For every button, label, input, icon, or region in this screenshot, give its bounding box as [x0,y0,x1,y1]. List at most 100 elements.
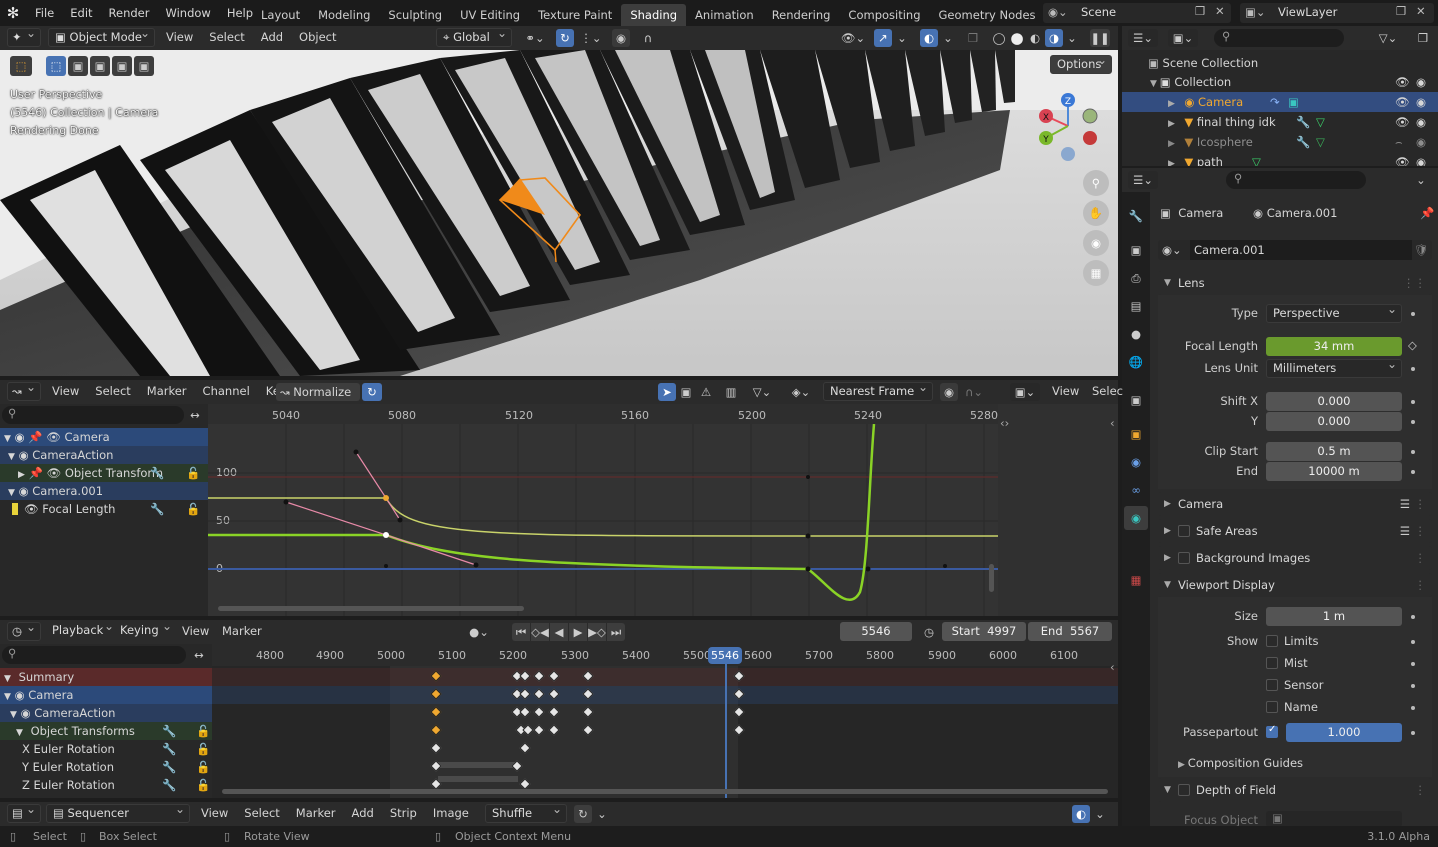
second-editor-type-icon[interactable]: ▣⌄ [1010,383,1040,401]
transform-expand-icon[interactable]: ▶ [18,470,25,480]
final-thing-expand-icon[interactable]: ▶ [1168,119,1181,129]
path-visibility-icon[interactable]: 👁 [1395,152,1410,166]
second-editor-menu-view[interactable]: View [1052,384,1079,398]
clip-start-field[interactable]: 0.5 m [1266,442,1402,461]
tab-layout[interactable]: Layout [252,4,309,26]
tab-geometry-nodes[interactable]: Geometry Nodes [930,4,1045,26]
seq-menu-strip[interactable]: Strip [382,806,425,820]
seq-menu-add[interactable]: Add [344,806,382,820]
keying-dropdown[interactable]: Keying [114,622,176,641]
filter-icon[interactable]: ▽⌄ [1374,29,1402,47]
collection-tab-icon[interactable]: ▣ [1126,390,1146,410]
z-rotation-modifier-icon[interactable]: 🔧 [162,776,176,794]
show-name-option[interactable]: Name [1266,700,1318,714]
graph-channel-object-transform[interactable]: ▶ 📌 👁 Object Transform 🔧 🔓 [0,464,347,484]
tab-modeling[interactable]: Modeling [309,4,379,26]
limits-checkbox[interactable] [1266,635,1278,647]
seq-overlay-dropdown-icon[interactable]: ⌄ [1092,805,1108,823]
timeline-channel-summary[interactable]: ▼ Summary [0,668,212,686]
y-rotation-modifier-icon[interactable]: 🔧 [162,758,176,776]
seq-menu-select[interactable]: Select [236,806,287,820]
prev-keyframe-icon[interactable]: ◇◀ [531,623,549,641]
graph-area[interactable]: 5040 5080 5120 5160 5200 5240 5280 100 5… [208,404,998,616]
limits-animate-dot[interactable] [1411,640,1415,644]
depth-of-field-checkbox[interactable] [1178,784,1190,796]
new-view-layer-icon[interactable]: ❐ [1396,4,1406,18]
blender-logo-icon[interactable]: ✻ [0,0,26,26]
properties-options-icon[interactable]: ⌄ [1412,171,1430,189]
name-animate-dot[interactable] [1411,706,1415,710]
safe-areas-presets-icon[interactable]: ☰ [1400,519,1410,543]
shift-y-field[interactable]: 0.000 [1266,412,1402,431]
shift-x-field[interactable]: 0.000 [1266,392,1402,411]
seq-snap-dropdown-icon[interactable]: ⌄ [594,805,610,823]
graph-filter-icon[interactable]: ▽⌄ [748,383,776,401]
sensor-checkbox[interactable] [1266,679,1278,691]
scene-selector[interactable]: ◉⌄ Scene ❐ ✕ [1043,3,1231,23]
preview-range-icon[interactable]: ◷ [920,623,938,641]
focal-length-field[interactable]: 34 mm [1266,337,1402,356]
end-frame-field[interactable]: End 5567 [1028,622,1112,641]
pin-icon[interactable]: 📌 [1420,204,1434,222]
camera-panel-drag-icon[interactable]: ⋮ [1415,492,1427,516]
xray-icon[interactable]: ❐ [964,29,982,47]
keyframe-action-sel[interactable] [430,706,442,718]
keyframe-action-5[interactable] [548,706,560,718]
falloff-icon[interactable]: ∩ [634,29,662,47]
collection-render-icon[interactable]: ◉ [1416,72,1426,92]
x-rotation-modifier-icon[interactable]: 🔧 [162,740,176,758]
outliner-search[interactable]: ⚲ [1214,29,1344,47]
camera-view-icon[interactable]: ◉ [1083,230,1109,256]
navigation-gizmo[interactable]: Z X Y [1032,90,1104,162]
outliner-item-camera[interactable]: ▶ ◉ Camera ↷ ▣ 👁 ◉ [1122,92,1438,112]
path-expand-icon[interactable]: ▶ [1168,159,1181,166]
outliner-collection-row[interactable]: ▼ ▣ Collection 👁 ◉ [1122,72,1438,92]
outliner-item-path[interactable]: ▶ ▼ path ▽ 👁 ◉ [1122,152,1438,166]
sequencer-view-type-dropdown[interactable]: ▤ Sequencer [46,804,190,823]
x-rotation-lock-icon[interactable]: 🔓 [196,740,210,758]
normalize-auto-icon[interactable]: ↻ [362,383,382,401]
tab-animation[interactable]: Animation [686,4,763,26]
timeline-area[interactable]: 4800 4900 5000 5100 5200 5300 5400 5500 … [212,644,1118,798]
tl-transforms-lock-icon[interactable]: 🔓 [196,722,210,740]
final-thing-visibility-icon[interactable]: 👁 [1395,112,1410,132]
outliner-editor-icon[interactable]: ☰⌄ [1128,29,1158,47]
shading-solid-icon[interactable]: ⬤ [1008,29,1026,47]
seq-menu-view[interactable]: View [193,806,236,820]
timeline-horizontal-scrollbar[interactable] [222,789,1108,794]
lens-unit-dropdown[interactable]: Millimeters [1266,359,1402,378]
camera-data-tab-icon[interactable]: ◉ [1124,506,1148,530]
next-keyframe-icon[interactable]: ▶◇ [588,623,606,641]
focal-keyframe-icon[interactable]: ◇ [1408,338,1417,352]
focus-object-field[interactable]: ▣ [1266,811,1402,827]
view-layer-tab-icon[interactable]: ▤ [1126,296,1146,316]
camera-presets-icon[interactable]: ☰ [1400,492,1410,516]
tl-camera-expand-icon[interactable]: ▼ [4,692,11,702]
second-editor-menu-select[interactable]: Selec [1092,384,1123,398]
transform-pin-icon[interactable]: 📌 [29,466,43,480]
world-tab-icon[interactable]: 🌐 [1126,352,1146,372]
datablock-name[interactable]: Camera.001 [1190,240,1412,260]
properties-search[interactable]: ⚲ [1226,171,1366,189]
tab-compositing[interactable]: Compositing [839,4,929,26]
delete-view-layer-icon[interactable]: ✕ [1416,4,1426,18]
outliner-item-icosphere[interactable]: ▶ ▼ Icosphere 🔧 ▽ ⌢ ◉ [1122,132,1438,152]
seq-menu-marker[interactable]: Marker [288,806,344,820]
camera-render-icon[interactable]: ◉ [1416,92,1426,112]
new-scene-icon[interactable]: ❐ [1195,4,1205,18]
properties-editor-icon[interactable]: ☰⌄ [1128,171,1158,189]
timeline-channel-search[interactable]: ⚲ [2,646,186,664]
safe-areas-drag-icon[interactable]: ⋮ [1415,519,1427,543]
jump-end-icon[interactable]: ⏭ [607,623,625,641]
outliner-scene-collection[interactable]: ▣ Scene Collection [1122,53,1438,73]
camera-channel-pin-icon[interactable]: 📌 [28,430,42,444]
lens-unit-animate-dot[interactable] [1411,367,1415,371]
focal-eye-icon[interactable]: 👁 [24,502,39,516]
pause-render-icon[interactable]: ❚❚ [1090,29,1110,47]
playhead-frame-label[interactable]: 5546 [708,647,742,664]
view-layer-selector[interactable]: ▣⌄ ViewLayer ❐ ✕ [1240,3,1434,23]
select-extend-icon[interactable]: ▣ [68,56,88,76]
summary-expand-icon[interactable]: ▼ [4,674,11,684]
viewport-display-drag-icon[interactable]: ⋮ [1415,573,1427,597]
gizmo-toggle-icon[interactable]: ↗ [874,29,892,47]
